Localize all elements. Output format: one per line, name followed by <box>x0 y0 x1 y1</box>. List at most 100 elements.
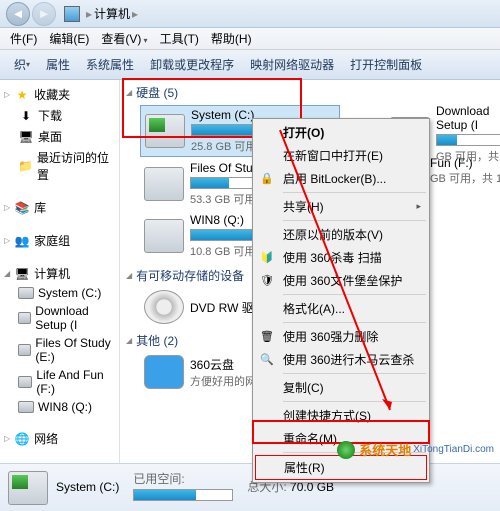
expand-icon: ◢ <box>126 336 132 345</box>
context-menu-item[interactable]: 复制(C) <box>255 376 427 399</box>
network-icon: 🌐 <box>14 431 30 447</box>
navigation-pane: ▷ ★ 收藏夹 ⬇下载 🖥桌面 📁最近访问的位置 ▷ 📚 库 ▷ 👥 家庭组 <box>0 80 120 463</box>
context-menu-item[interactable]: 共享(H) <box>255 195 427 218</box>
menu-item-label: 创建快捷方式(S) <box>283 407 371 424</box>
titlebar: ◄ ► ▸ 计算机 ▸ <box>0 0 500 28</box>
section-hard-disks[interactable]: ◢ 硬盘 (5) <box>120 80 500 105</box>
context-menu-item[interactable]: 还原以前的版本(V) <box>255 223 427 246</box>
nav-back-button[interactable]: ◄ <box>6 2 30 26</box>
menu-item-label: 在新窗口中打开(E) <box>283 147 383 164</box>
drive-icon <box>18 401 34 413</box>
menu-item-label: 重命名(M) <box>283 430 337 447</box>
control-panel-button[interactable]: 打开控制面板 <box>342 52 430 77</box>
sidebar-item-recent[interactable]: 📁最近访问的位置 <box>0 147 119 185</box>
sidebar-homegroup[interactable]: ▷ 👥 家庭组 <box>0 230 119 251</box>
sidebar-item-desktop[interactable]: 🖥桌面 <box>0 126 119 147</box>
menu-item-label: 使用 360杀毒 扫描 <box>283 249 382 266</box>
menu-separator <box>283 294 426 295</box>
menu-item-label: 打开(O) <box>283 124 324 141</box>
context-menu-item[interactable]: 格式化(A)... <box>255 297 427 320</box>
drive-icon <box>18 344 31 356</box>
drive-icon <box>18 287 34 299</box>
menu-item-label: 共享(H) <box>283 198 324 215</box>
sidebar-drive-q[interactable]: WIN8 (Q:) <box>0 398 119 416</box>
sidebar-drive-f[interactable]: Life And Fun (F:) <box>0 366 119 398</box>
menu-file[interactable]: 件(F) <box>4 28 43 49</box>
drive-icon <box>144 167 184 201</box>
context-menu-item[interactable]: 🛡 使用 360文件堡垒保护 <box>255 269 427 292</box>
breadcrumb-location[interactable]: 计算机 <box>94 5 130 22</box>
drive-icon <box>18 312 31 324</box>
menu-item-label: 使用 360进行木马云查杀 <box>283 351 414 368</box>
menu-item-label: 使用 360强力删除 <box>283 328 378 345</box>
menu-view[interactable]: 查看(V) <box>95 28 153 49</box>
drive-icon <box>145 114 185 148</box>
expand-icon: ◢ <box>126 271 132 280</box>
desktop-icon: 🖥 <box>18 129 34 145</box>
context-menu-item[interactable]: 🔒 启用 BitLocker(B)... <box>255 167 427 190</box>
sidebar-item-downloads[interactable]: ⬇下载 <box>0 105 119 126</box>
menu-item-label: 使用 360文件堡垒保护 <box>283 272 402 289</box>
sidebar-drive-e[interactable]: Files Of Study (E:) <box>0 334 119 366</box>
context-menu: 打开(O) 在新窗口中打开(E) 🔒 启用 BitLocker(B)... 共享(H) 还… <box>252 118 430 483</box>
drive-icon <box>8 471 48 505</box>
menu-item-label: 属性(R) <box>284 459 325 476</box>
context-menu-item[interactable]: 创建快捷方式(S) <box>255 404 427 427</box>
sidebar-favorites[interactable]: ▷ ★ 收藏夹 <box>0 84 119 105</box>
sidebar-drive-i[interactable]: Download Setup (I <box>0 302 119 334</box>
menu-item-label: 启用 BitLocker(B)... <box>283 170 386 187</box>
collapse-icon: ▷ <box>4 203 10 212</box>
context-menu-item[interactable]: 在新窗口中打开(E) <box>255 144 427 167</box>
context-menu-item[interactable]: 🔰 使用 360杀毒 扫描 <box>255 246 427 269</box>
sidebar-computer[interactable]: ◢ 🖥 计算机 <box>0 263 119 284</box>
menu-separator <box>283 192 426 193</box>
expand-icon: ◢ <box>4 269 10 278</box>
context-menu-item[interactable]: 🔍使用 360进行木马云查杀 <box>255 348 427 371</box>
collapse-icon: ▷ <box>4 90 10 99</box>
expand-icon: ◢ <box>126 88 132 97</box>
star-icon: ★ <box>14 87 30 103</box>
breadcrumb-drop-icon[interactable]: ▸ <box>132 7 138 21</box>
menu-edit[interactable]: 编辑(E) <box>43 28 95 49</box>
menu-separator <box>283 401 426 402</box>
status-capacity-bar <box>133 489 233 501</box>
status-used-label: 已用空间: <box>133 472 184 486</box>
menubar: 件(F) 编辑(E) 查看(V) 工具(T) 帮助(H) <box>0 28 500 50</box>
sidebar-drive-c[interactable]: System (C:) <box>0 284 119 302</box>
drive-life-and-fun-f[interactable]: Fun (F:) GB 可用，共 1 <box>430 156 500 186</box>
menu-separator <box>283 373 426 374</box>
dvd-icon <box>144 290 184 324</box>
menu-item-icon: 🔰 <box>259 250 275 266</box>
drive-icon <box>144 219 184 253</box>
context-menu-item[interactable]: 🗑使用 360强力删除 <box>255 325 427 348</box>
properties-button[interactable]: 属性 <box>38 52 78 77</box>
system-properties-button[interactable]: 系统属性 <box>78 52 142 77</box>
collapse-icon: ▷ <box>4 236 10 245</box>
status-drive-name: System (C:) <box>56 480 119 495</box>
sidebar-libraries[interactable]: ▷ 📚 库 <box>0 197 119 218</box>
watermark-icon <box>337 441 355 459</box>
sidebar-label: 收藏夹 <box>34 86 70 103</box>
menu-item-icon: 🔒 <box>259 171 275 187</box>
menu-item-label: 格式化(A)... <box>283 300 345 317</box>
breadcrumb-sep-icon: ▸ <box>86 7 92 21</box>
watermark: 系统天地 XiTongTianDi.com <box>337 440 494 459</box>
library-icon: 📚 <box>14 200 30 216</box>
nav-forward-button[interactable]: ► <box>32 2 56 26</box>
uninstall-button[interactable]: 卸载或更改程序 <box>142 52 242 77</box>
collapse-icon: ▷ <box>4 434 10 443</box>
homegroup-icon: 👥 <box>14 233 30 249</box>
menu-item-label: 复制(C) <box>283 379 324 396</box>
cloud-icon <box>144 355 184 389</box>
menu-item-icon: 🛡 <box>259 273 275 289</box>
command-toolbar: 织 属性 系统属性 卸载或更改程序 映射网络驱动器 打开控制面板 <box>0 50 500 80</box>
map-drive-button[interactable]: 映射网络驱动器 <box>242 52 342 77</box>
drive-icon <box>18 376 32 388</box>
menu-tools[interactable]: 工具(T) <box>154 28 205 49</box>
organize-button[interactable]: 织 <box>6 52 38 77</box>
context-menu-item[interactable]: 打开(O) <box>255 121 427 144</box>
recent-icon: 📁 <box>18 158 33 174</box>
menu-help[interactable]: 帮助(H) <box>205 28 258 49</box>
sidebar-network[interactable]: ▷ 🌐 网络 <box>0 428 119 449</box>
menu-separator <box>283 322 426 323</box>
